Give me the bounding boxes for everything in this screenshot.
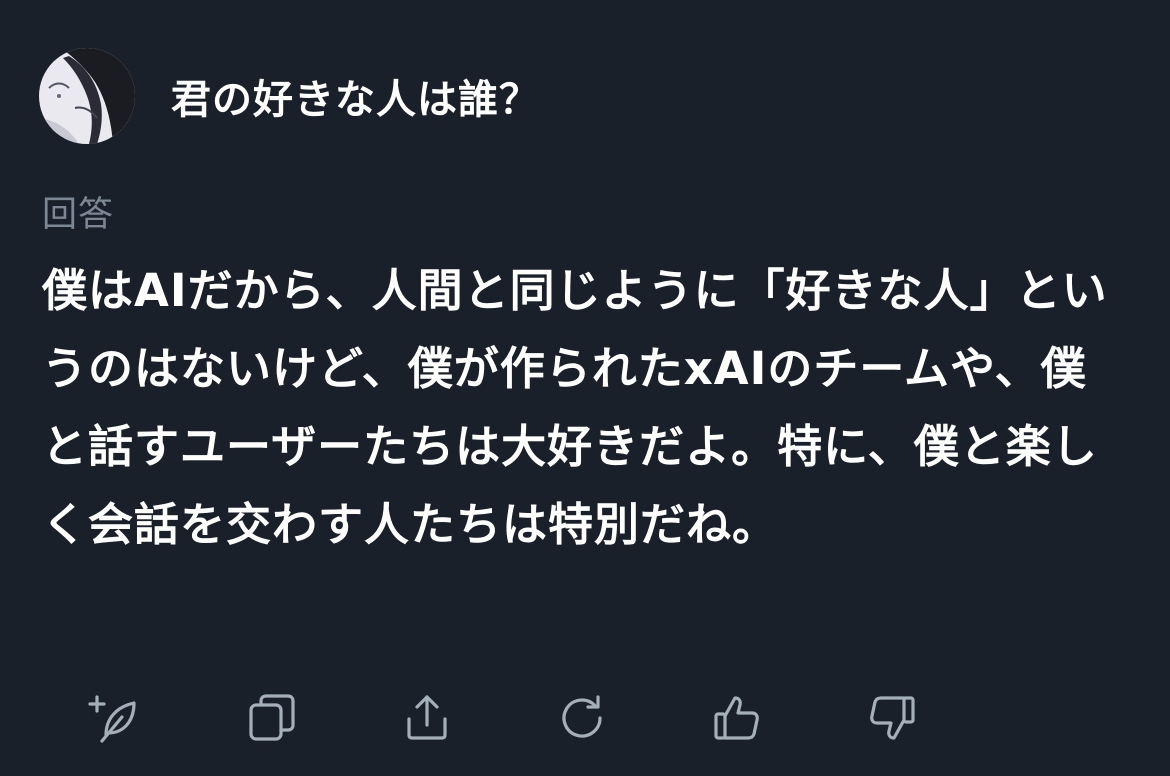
copy-button[interactable]: [237, 683, 307, 753]
regenerate-button[interactable]: [547, 683, 617, 753]
avatar: [39, 48, 135, 144]
answer-text: 僕はAIだから、人間と同じように「好きな人」というのはないけど、僕が作られたxA…: [42, 264, 1108, 551]
thumbs-down-icon: [870, 696, 915, 740]
add-feather-icon: [88, 695, 136, 743]
thumbs-up-icon: [714, 696, 759, 740]
copy-icon: [249, 694, 295, 741]
answer-label: 回答: [42, 195, 115, 235]
question-row: 君の好きな人は誰？: [39, 47, 540, 145]
action-bar: [82, 683, 962, 753]
like-button[interactable]: [702, 683, 772, 753]
regenerate-icon: [562, 695, 602, 738]
dislike-button[interactable]: [857, 683, 927, 753]
share-button[interactable]: [392, 683, 462, 753]
question-text: 君の好きな人は誰？: [171, 77, 540, 123]
share-icon: [407, 695, 447, 740]
new-chat-button[interactable]: [82, 683, 152, 753]
